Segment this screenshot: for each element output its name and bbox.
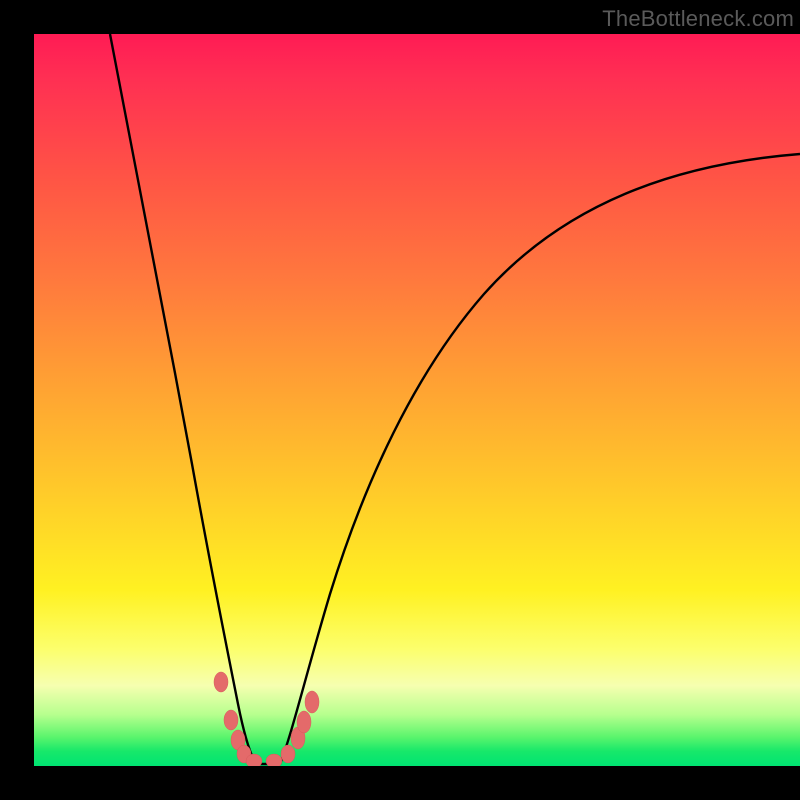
marker-dot	[266, 754, 282, 766]
marker-dot	[214, 672, 228, 692]
plot-area	[34, 34, 800, 766]
marker-dot	[246, 754, 262, 766]
curve-left-branch	[110, 34, 256, 764]
marker-dot	[297, 711, 311, 733]
watermark-text: TheBottleneck.com	[602, 6, 794, 32]
marker-dot	[281, 745, 295, 763]
chart-frame: TheBottleneck.com	[0, 0, 800, 800]
marker-dot	[305, 691, 319, 713]
marker-dot	[224, 710, 238, 730]
curve-layer	[34, 34, 800, 766]
curve-right-branch	[280, 154, 800, 764]
